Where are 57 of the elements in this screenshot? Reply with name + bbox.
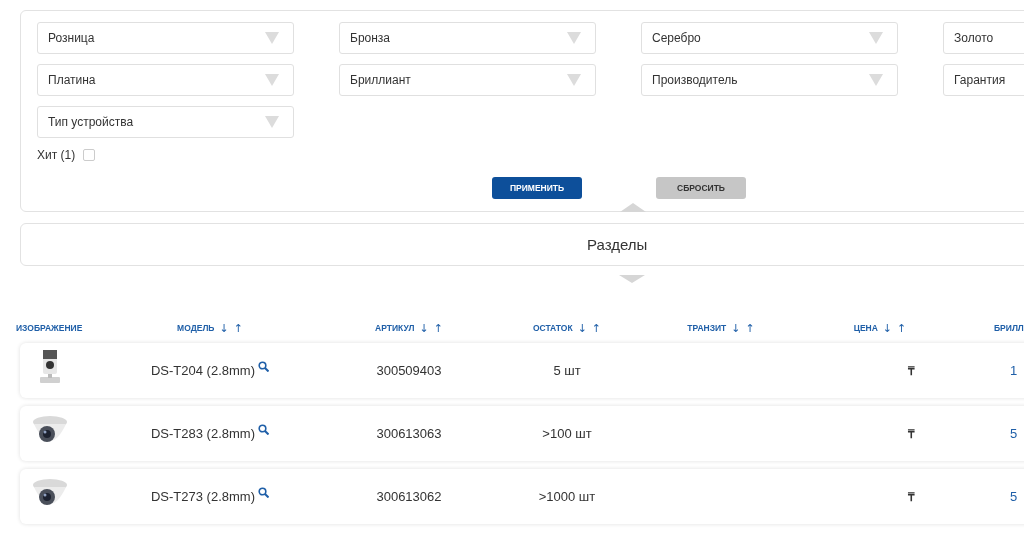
price-value: ₸ (908, 427, 915, 441)
apply-button[interactable]: ПРИМЕНИТЬ (492, 177, 582, 199)
column-header: ИЗОБРАЖЕНИЕ (16, 323, 83, 333)
sort-button[interactable]: ↑ (433, 322, 443, 334)
article-number: 300613062 (376, 489, 442, 504)
price-value: ₸ (908, 364, 915, 378)
dropdown[interactable]: Бронза (339, 22, 596, 54)
article-number: 300509403 (376, 363, 442, 378)
dropdown[interactable]: Производитель (641, 64, 898, 96)
sort-button[interactable]: ↑ (591, 322, 602, 334)
caret-icon (265, 32, 279, 44)
dropdown[interactable]: Золото (943, 22, 1024, 54)
column-header: АРТИКУЛ (375, 322, 415, 334)
price-value: 5 (1010, 426, 1018, 441)
column-header: ЦЕНА (853, 322, 878, 334)
sort-button[interactable]: ↑ (233, 322, 243, 334)
column-header: МОДЕЛЬ (177, 322, 215, 334)
reset-button[interactable]: СБРОСИТЬ (656, 177, 746, 199)
dropdown[interactable]: Бриллиант (339, 64, 596, 96)
column-header: БРИЛЛ (994, 323, 1024, 333)
price-value: 1 (1010, 363, 1018, 378)
column-header: ОСТАТОК (532, 322, 573, 334)
caret-icon (265, 116, 279, 128)
dropdown[interactable]: Тип устройства (37, 106, 294, 138)
sort-button[interactable]: ↓ (219, 322, 229, 334)
dropdown[interactable]: Розница (37, 22, 294, 54)
checkbox-label: Хит (1) (37, 148, 76, 162)
model-name[interactable]: DS-T273 (2.8mm) (151, 489, 255, 504)
caret-icon (265, 74, 279, 86)
sort-button[interactable]: ↓ (882, 322, 893, 334)
stock-quantity: >100 шт (542, 426, 592, 441)
dropdown[interactable]: Серебро (641, 22, 898, 54)
column-header: ТРАНЗИТ (687, 322, 727, 334)
price-value: ₸ (908, 490, 915, 504)
search-icon[interactable] (258, 424, 269, 435)
price-value: 5 (1010, 489, 1018, 504)
dropdown[interactable]: Гарантия (943, 64, 1024, 96)
sort-button[interactable]: ↑ (897, 322, 907, 334)
stock-quantity: 5 шт (553, 363, 581, 378)
sections-title: Разделы (587, 236, 648, 253)
search-icon[interactable] (258, 487, 269, 498)
model-name[interactable]: DS-T204 (2.8mm) (151, 363, 255, 378)
sections-panel[interactable]: Разделы (20, 223, 1024, 266)
dropdown[interactable]: Платина (37, 64, 294, 96)
stock-quantity: >1000 шт (538, 489, 596, 504)
sort-button[interactable]: ↓ (577, 322, 587, 334)
caret-icon (567, 74, 581, 86)
model-name[interactable]: DS-T283 (2.8mm) (151, 426, 255, 441)
caret-icon (567, 32, 581, 44)
checkbox[interactable] (83, 149, 96, 161)
article-number: 300613063 (376, 426, 442, 441)
search-icon[interactable] (258, 361, 269, 372)
sort-button[interactable]: ↓ (419, 322, 429, 334)
caret-icon (869, 32, 883, 44)
sort-button[interactable]: ↑ (745, 322, 755, 334)
caret-icon (869, 74, 883, 86)
sort-button[interactable]: ↓ (731, 322, 741, 334)
